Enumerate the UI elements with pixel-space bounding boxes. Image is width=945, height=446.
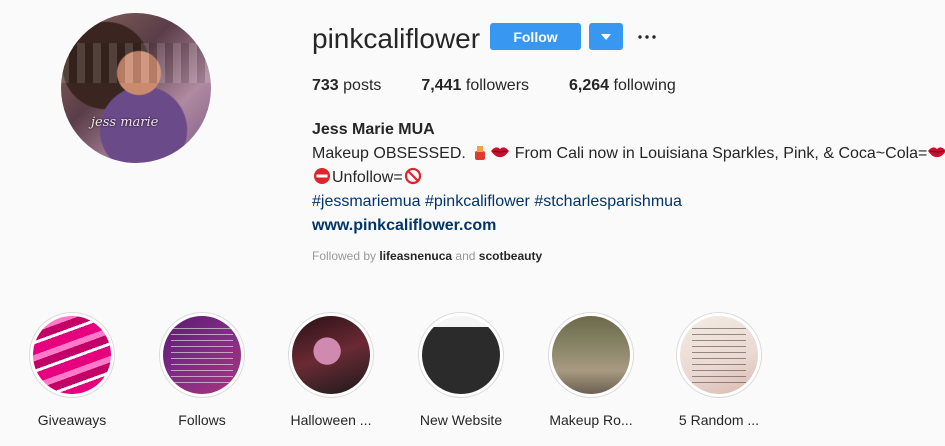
followed-by-user-link[interactable]: scotbeauty xyxy=(479,249,542,263)
bio-website-line: www.pinkcaliflower.com xyxy=(312,214,932,238)
hashtag-link[interactable]: #jessmariemua xyxy=(312,193,420,210)
highlight-cover xyxy=(33,316,111,394)
nail-polish-icon xyxy=(475,146,486,160)
avatar-watermark: jess marie xyxy=(91,115,159,130)
profile-page: jess marie pinkcaliflower Follow 733 pos… xyxy=(0,0,945,446)
bio-line-1: Makeup OBSESSED. From Cali now in Louisi… xyxy=(312,142,945,166)
lips-icon xyxy=(491,147,510,158)
following-count: 6,264 xyxy=(569,77,610,94)
followed-by-user-link[interactable]: lifeasnenuca xyxy=(379,249,452,263)
highlight-5-random[interactable]: 5 Random ... xyxy=(664,312,774,429)
highlight-label: Giveaways xyxy=(37,412,107,428)
highlight-halloween[interactable]: Halloween ... xyxy=(276,312,386,429)
followed-by: Followed by lifeasnenuca and scotbeauty xyxy=(312,249,542,263)
caret-down-icon xyxy=(601,33,611,40)
highlight-ring xyxy=(159,312,245,398)
highlight-label: 5 Random ... xyxy=(678,412,760,428)
bio-text-2: Unfollow= xyxy=(332,169,403,186)
highlight-follows[interactable]: Follows xyxy=(147,312,257,429)
profile-bio: Jess Marie MUA Makeup OBSESSED. From Cal… xyxy=(312,118,945,238)
highlight-new-website[interactable]: New Website xyxy=(406,312,516,429)
highlight-label: Halloween ... xyxy=(290,412,372,428)
highlight-makeup-room[interactable]: Makeup Ro... xyxy=(536,312,646,429)
followed-by-joiner: and xyxy=(452,249,479,263)
avatar-background xyxy=(61,43,211,83)
highlight-cover xyxy=(422,316,500,394)
highlight-ring xyxy=(548,312,634,398)
highlight-ring xyxy=(676,312,762,398)
highlight-label: Makeup Ro... xyxy=(549,412,633,428)
hashtag-link[interactable]: #stcharlesparishmua xyxy=(534,193,682,210)
bio-text-1b: From Cali now in Louisiana Sparkles, Pin… xyxy=(510,145,928,162)
highlight-ring xyxy=(418,312,504,398)
following-stat[interactable]: 6,264 following xyxy=(569,77,676,95)
posts-stat: 733 posts xyxy=(312,77,381,95)
following-label: following xyxy=(609,77,676,94)
more-options-button[interactable] xyxy=(635,25,659,49)
website-link[interactable]: www.pinkcaliflower.com xyxy=(312,217,496,234)
hashtag-link[interactable]: #pinkcaliflower xyxy=(425,193,530,210)
no-entry-icon xyxy=(314,168,330,184)
followers-count: 7,441 xyxy=(421,77,462,94)
highlight-cover xyxy=(680,316,758,394)
followers-label: followers xyxy=(461,77,530,94)
followers-stat[interactable]: 7,441 followers xyxy=(421,77,529,95)
highlight-cover xyxy=(292,316,370,394)
highlight-label: New Website xyxy=(419,412,503,428)
highlight-ring xyxy=(288,312,374,398)
ellipsis-icon xyxy=(638,35,656,39)
highlight-cover xyxy=(552,316,630,394)
profile-username: pinkcaliflower xyxy=(312,23,481,54)
highlight-label: Follows xyxy=(178,412,226,428)
profile-stats: 733 posts 7,441 followers 6,264 followin… xyxy=(312,77,716,95)
bio-text-1a: Makeup OBSESSED. xyxy=(312,145,471,162)
follow-button[interactable]: Follow xyxy=(490,23,581,50)
bio-line-2: Unfollow= xyxy=(312,166,932,190)
highlight-ring xyxy=(29,312,115,398)
suggestions-dropdown-button[interactable] xyxy=(589,23,623,50)
posts-count: 733 xyxy=(312,77,339,94)
profile-full-name: Jess Marie MUA xyxy=(312,121,435,138)
bio-hashtags: #jessmariemua #pinkcaliflower #stcharles… xyxy=(312,190,932,214)
lips-icon xyxy=(928,147,945,158)
highlight-cover xyxy=(163,316,241,394)
profile-avatar[interactable]: jess marie xyxy=(61,13,211,163)
highlight-giveaways[interactable]: Giveaways xyxy=(17,312,127,429)
followed-by-prefix: Followed by xyxy=(312,249,380,263)
prohibited-icon xyxy=(404,167,421,185)
posts-label: posts xyxy=(338,77,382,94)
